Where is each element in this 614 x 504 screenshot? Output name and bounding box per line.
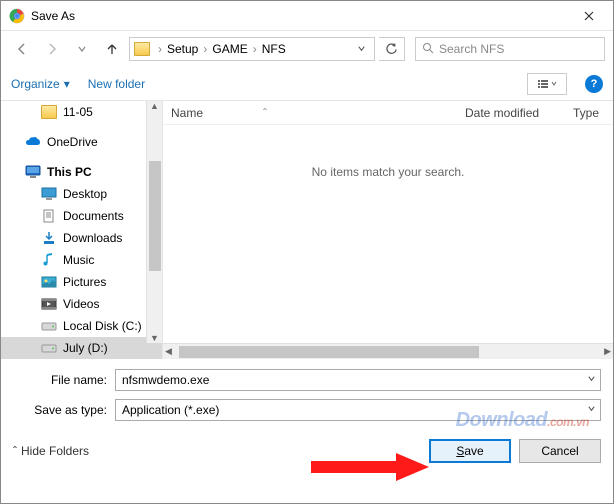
file-list: Nameˆ Date modified Type No items match … xyxy=(163,101,613,359)
tree-item-desktop[interactable]: Desktop xyxy=(1,183,162,205)
chevron-down-icon[interactable] xyxy=(587,404,596,416)
help-button[interactable]: ? xyxy=(585,75,603,93)
refresh-button[interactable] xyxy=(379,37,405,61)
file-list-scrollbar[interactable]: ◀▶ xyxy=(163,343,613,359)
pictures-icon xyxy=(41,275,57,289)
tree-item-folder[interactable]: 11-05 xyxy=(1,101,162,123)
column-date[interactable]: Date modified xyxy=(457,106,565,120)
forward-button[interactable] xyxy=(39,36,65,62)
tree-item-music[interactable]: Music xyxy=(1,249,162,271)
column-type[interactable]: Type xyxy=(565,106,613,120)
empty-message: No items match your search. xyxy=(163,125,613,179)
tree-item-pictures[interactable]: Pictures xyxy=(1,271,162,293)
main-area: 11-05 OneDrive This PC Desktop Documents… xyxy=(1,101,613,359)
tree-item-local-disk[interactable]: Local Disk (C:) xyxy=(1,315,162,337)
filename-label: File name: xyxy=(13,373,115,387)
close-button[interactable] xyxy=(569,2,609,30)
search-icon xyxy=(422,42,434,57)
chevron-down-icon: ▾ xyxy=(64,77,70,91)
videos-icon xyxy=(41,297,57,311)
saveastype-select[interactable]: Application (*.exe) xyxy=(115,399,601,421)
sidebar-scrollbar[interactable]: ▲▼ xyxy=(146,101,162,343)
disk-icon xyxy=(41,319,57,333)
disk-icon xyxy=(41,341,57,355)
recent-dropdown[interactable] xyxy=(69,36,95,62)
back-button[interactable] xyxy=(9,36,35,62)
chevron-right-icon: › xyxy=(156,42,164,56)
form-area: File name: nfsmwdemo.exe Save as type: A… xyxy=(1,359,613,421)
toolbar: Organize▾ New folder ? xyxy=(1,67,613,101)
breadcrumb[interactable]: Setup xyxy=(164,42,201,56)
view-options-button[interactable] xyxy=(527,73,567,95)
app-icon xyxy=(9,8,25,24)
breadcrumb[interactable]: NFS xyxy=(259,42,289,56)
nav-row: › Setup › GAME › NFS Search NFS xyxy=(1,31,613,67)
cancel-button[interactable]: Cancel xyxy=(519,439,601,463)
chevron-down-icon[interactable] xyxy=(587,374,596,386)
new-folder-button[interactable]: New folder xyxy=(88,77,145,91)
saveastype-label: Save as type: xyxy=(13,403,115,417)
window-title: Save As xyxy=(31,9,569,23)
column-headers: Nameˆ Date modified Type xyxy=(163,101,613,125)
search-placeholder: Search NFS xyxy=(439,42,504,56)
organize-menu[interactable]: Organize▾ xyxy=(11,77,70,91)
filename-input[interactable]: nfsmwdemo.exe xyxy=(115,369,601,391)
search-input[interactable]: Search NFS xyxy=(415,37,605,61)
tree-item-thispc[interactable]: This PC xyxy=(1,161,162,183)
tree-item-july-d[interactable]: July (D:) xyxy=(1,337,162,359)
hide-folders-button[interactable]: ˆHide Folders xyxy=(13,444,89,458)
chevron-down-icon[interactable] xyxy=(353,42,370,56)
navigation-tree: 11-05 OneDrive This PC Desktop Documents… xyxy=(1,101,163,359)
footer: ˆHide Folders Save Cancel xyxy=(1,429,613,475)
documents-icon xyxy=(41,209,57,223)
downloads-icon xyxy=(41,231,57,245)
save-button[interactable]: Save xyxy=(429,439,511,463)
onedrive-icon xyxy=(25,135,41,149)
music-icon xyxy=(41,253,57,267)
breadcrumb[interactable]: GAME xyxy=(209,42,250,56)
up-button[interactable] xyxy=(99,36,125,62)
computer-icon xyxy=(25,165,41,179)
desktop-icon xyxy=(41,187,57,201)
tree-item-videos[interactable]: Videos xyxy=(1,293,162,315)
tree-item-onedrive[interactable]: OneDrive xyxy=(1,131,162,153)
folder-icon xyxy=(134,42,150,56)
sort-indicator-icon: ˆ xyxy=(263,106,267,120)
title-bar: Save As xyxy=(1,1,613,31)
chevron-right-icon: › xyxy=(201,42,209,56)
address-bar[interactable]: › Setup › GAME › NFS xyxy=(129,37,375,61)
chevron-up-icon: ˆ xyxy=(13,444,17,458)
tree-item-documents[interactable]: Documents xyxy=(1,205,162,227)
chevron-right-icon: › xyxy=(251,42,259,56)
folder-icon xyxy=(41,105,57,119)
column-name[interactable]: Nameˆ xyxy=(163,106,457,120)
tree-item-downloads[interactable]: Downloads xyxy=(1,227,162,249)
